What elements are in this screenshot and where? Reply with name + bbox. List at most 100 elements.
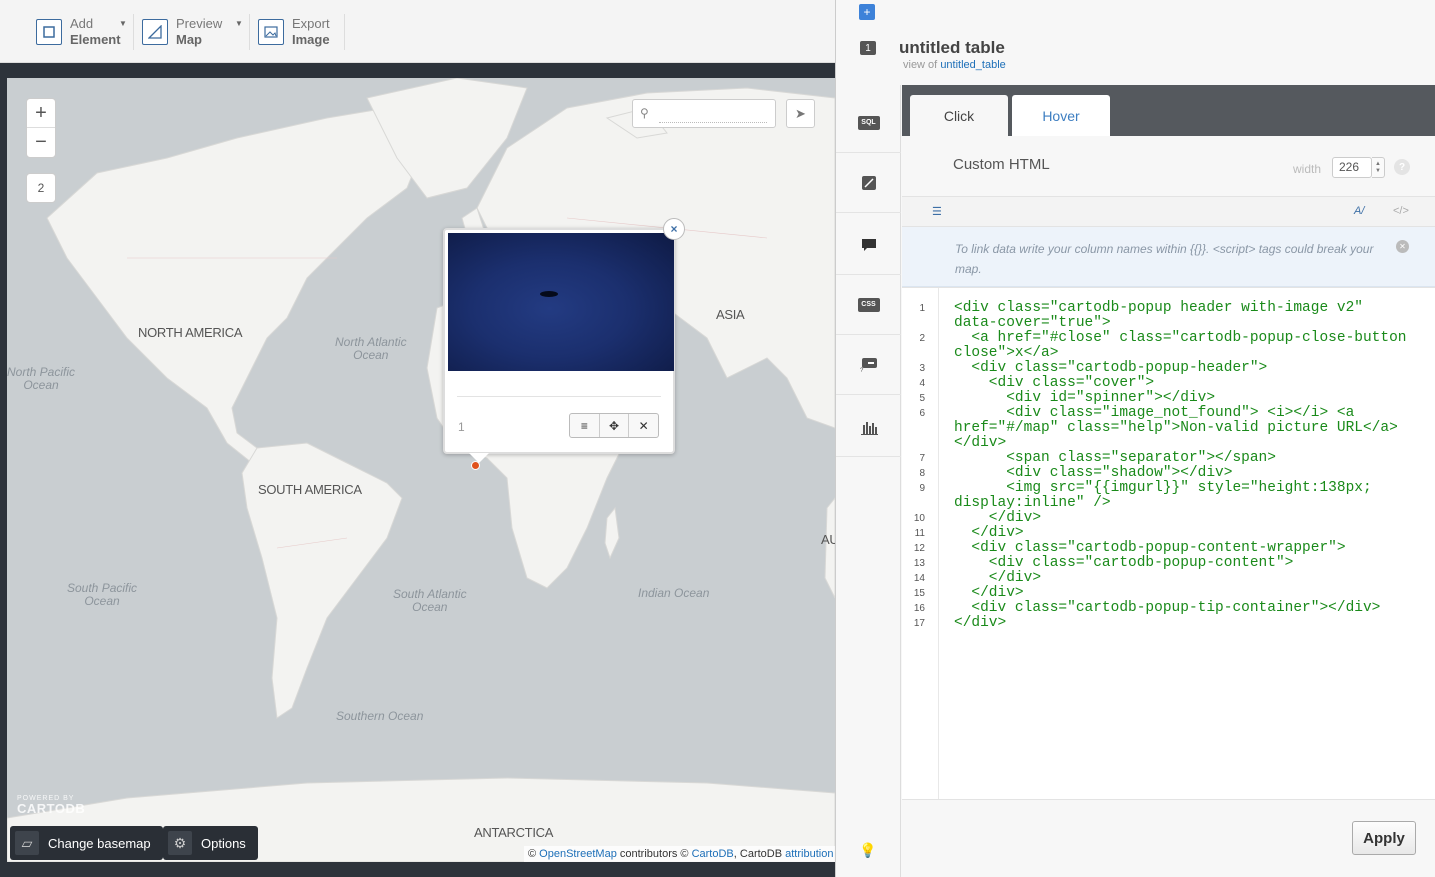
help-icon[interactable]: ? xyxy=(1394,159,1410,175)
options-button[interactable]: ⚙ Options xyxy=(163,826,258,860)
code-editor-toolbar: ☰ A/ </> xyxy=(902,197,1435,227)
line-number: 8 xyxy=(919,468,925,479)
code-text: <div class="cartodb-popup-tip-container"… xyxy=(954,600,1381,616)
continent-label: AU xyxy=(821,532,835,547)
sidebar-item-wizard[interactable] xyxy=(836,153,901,213)
preview-map-button[interactable]: Preview Map xyxy=(142,12,222,52)
close-icon[interactable]: ✕ xyxy=(629,414,658,437)
layer-title[interactable]: untitled table xyxy=(899,38,1005,58)
preview-map-label-1: Preview xyxy=(176,16,223,31)
line-number: 5 xyxy=(919,393,925,404)
sidebar-item-css[interactable]: CSS xyxy=(836,275,901,335)
continent-label: SOUTH AMERICA xyxy=(258,482,362,497)
code-text: display:inline" /> xyxy=(954,495,1111,511)
sidebar-item-sql[interactable]: SQL xyxy=(836,93,901,153)
export-image-button[interactable]: Export Image xyxy=(258,12,330,52)
continent-label: NORTH AMERICA xyxy=(138,325,243,340)
line-number: 15 xyxy=(913,588,925,599)
preview-map-caret-icon[interactable]: ▼ xyxy=(235,19,243,28)
html-code-icon[interactable]: </> xyxy=(1393,205,1409,217)
format-icon[interactable]: A/ xyxy=(1354,205,1364,217)
attribution-link[interactable]: attribution xyxy=(785,848,833,860)
move-icon[interactable]: ✥ xyxy=(600,414,630,437)
line-number: 13 xyxy=(913,558,925,569)
line-number: 7 xyxy=(919,453,925,464)
template-name[interactable]: Custom HTML xyxy=(953,156,1050,173)
code-text: href="#/map" class="help">Non-valid pict… xyxy=(954,420,1398,436)
add-element-icon xyxy=(36,19,62,45)
infowindow-popup: 1 ≡ ✥ ✕ × xyxy=(443,218,685,463)
line-number: 10 xyxy=(913,513,925,524)
infowindow-editor: Click Hover Custom HTML width 226 ▲ ▼ ? ☰… xyxy=(902,85,1435,877)
map-point-marker[interactable] xyxy=(471,461,480,470)
css-icon: CSS xyxy=(857,297,880,312)
close-icon[interactable]: ✕ xyxy=(1396,240,1409,253)
code-text: <div class="cover"> xyxy=(954,375,1155,391)
code-editor[interactable]: 1 <div class="cartodb-popup header with-i… xyxy=(902,287,1435,877)
locate-icon[interactable]: ➤ xyxy=(786,99,815,128)
popup-controls: ≡ ✥ ✕ xyxy=(569,413,659,438)
ocean-label: Southern Ocean xyxy=(336,709,424,723)
menu-icon[interactable]: ≡ xyxy=(570,414,600,437)
add-element-label-1: Add xyxy=(70,16,94,31)
code-text: <div class="cartodb-popup header with-im… xyxy=(954,300,1363,316)
editor-toolbar: Add Element ▼ Preview Map ▼ Export Image xyxy=(0,0,835,63)
zoom-in-button[interactable]: + xyxy=(27,99,55,128)
legend-icon: ? xyxy=(860,357,877,373)
code-text: <div class="cartodb-popup-content"> xyxy=(954,555,1294,571)
tab-hover[interactable]: Hover xyxy=(1012,95,1110,136)
editor-notice: To link data write your column names wit… xyxy=(902,227,1435,287)
lightbulb-icon[interactable]: 💡 xyxy=(859,842,876,859)
add-element-caret-icon[interactable]: ▼ xyxy=(119,19,127,28)
layer-source: view of untitled_table xyxy=(903,59,1006,71)
notice-text: To link data write your column names wit… xyxy=(955,242,1374,276)
preview-map-icon xyxy=(142,19,168,45)
width-input[interactable]: 226 xyxy=(1332,157,1372,178)
ocean-label: North Pacific Ocean xyxy=(7,365,76,392)
code-text: <div class="cartodb-popup-header"> xyxy=(954,360,1268,376)
zoom-out-button[interactable]: − xyxy=(27,128,55,157)
gear-icon: ⚙ xyxy=(168,831,192,855)
line-number: 17 xyxy=(913,618,925,629)
ocean-label: Indian Ocean xyxy=(638,586,710,600)
change-basemap-label: Change basemap xyxy=(48,835,151,851)
code-text: <a href="#close" class="cartodb-popup-cl… xyxy=(954,330,1407,346)
apply-button[interactable]: Apply xyxy=(1352,821,1416,855)
sidebar-item-legend[interactable]: ? xyxy=(836,335,901,395)
add-layer-button[interactable]: + xyxy=(859,4,875,20)
code-text: <span class="separator"></span> xyxy=(954,450,1276,466)
ocean-label: South Pacific Ocean xyxy=(67,581,138,608)
code-text: <img src="{{imgurl}}" style="height:138p… xyxy=(954,480,1372,496)
source-table-link[interactable]: untitled_table xyxy=(940,59,1005,71)
line-number: 2 xyxy=(919,333,925,344)
width-stepper[interactable]: ▲ ▼ xyxy=(1372,157,1385,178)
layer-number-badge: 1 xyxy=(860,41,876,55)
map-canvas[interactable]: + − 2 ⚲ ➤ NORTH AMERICA SOUTH AMERICA AS… xyxy=(7,78,835,862)
layer-panel: + 1 untitled table view of untitled_tabl… xyxy=(835,0,1435,877)
tab-click[interactable]: Click xyxy=(910,95,1008,136)
cartodb-link[interactable]: CartoDB xyxy=(692,848,734,860)
code-text: </div> xyxy=(954,525,1024,541)
line-number: 4 xyxy=(919,378,925,389)
code-text: </div> xyxy=(954,615,1007,631)
popup-close-button[interactable]: × xyxy=(663,218,685,240)
change-basemap-button[interactable]: ▱ Change basemap xyxy=(10,826,163,860)
sidebar-item-infowindow[interactable] xyxy=(836,215,901,275)
line-number: 14 xyxy=(913,573,925,584)
popup-separator xyxy=(457,396,661,397)
svg-text:?: ? xyxy=(860,368,864,373)
code-text: <div class="cartodb-popup-content-wrappe… xyxy=(954,540,1346,556)
line-number: 6 xyxy=(919,408,925,419)
map-attribution: © OpenStreetMap contributors © CartoDB, … xyxy=(524,846,835,862)
sidebar-item-filters[interactable] xyxy=(836,397,901,457)
zoom-level-indicator: 2 xyxy=(26,173,56,203)
add-element-button[interactable]: Add Element xyxy=(36,12,121,52)
fields-icon[interactable]: ☰ xyxy=(932,205,942,218)
popup-row-number: 1 xyxy=(458,420,465,434)
code-text: </div> xyxy=(954,570,1042,586)
code-text: <div class="image_not_found"> <i></i> <a xyxy=(954,405,1355,421)
map-search-input[interactable] xyxy=(659,105,767,123)
sql-icon: SQL xyxy=(857,115,880,130)
ocean-label: South Atlantic Ocean xyxy=(393,587,467,614)
osm-link[interactable]: OpenStreetMap xyxy=(539,848,617,860)
